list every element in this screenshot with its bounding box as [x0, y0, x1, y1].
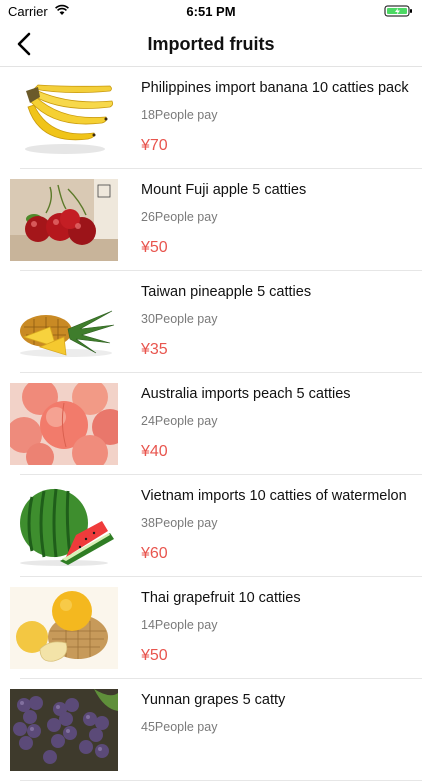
- product-price: ¥40: [141, 443, 168, 460]
- pay-count: 26People pay: [141, 210, 218, 224]
- product-name: Philippines import banana 10 catties pac…: [141, 80, 409, 96]
- list-item[interactable]: Philippines import banana 10 catties pac…: [0, 67, 422, 169]
- pineapple-image: [10, 281, 118, 363]
- pay-count: 45People pay: [141, 720, 218, 734]
- peach-image: [10, 383, 118, 465]
- list-item[interactable]: Australia imports peach 5 catties 24Peop…: [0, 373, 422, 475]
- product-list: Philippines import banana 10 catties pac…: [0, 67, 422, 781]
- product-price: ¥70: [141, 137, 168, 154]
- pay-count: 14People pay: [141, 618, 218, 632]
- product-name: Thai grapefruit 10 catties: [141, 590, 301, 606]
- list-item[interactable]: Yunnan grapes 5 catty 45People pay: [0, 679, 422, 781]
- grapefruit-image: [10, 587, 118, 669]
- product-name: Vietnam imports 10 catties of watermelon: [141, 488, 407, 504]
- status-time: 6:51 PM: [186, 4, 236, 19]
- pay-count: 24People pay: [141, 414, 218, 428]
- pay-count: 30People pay: [141, 312, 218, 326]
- cherry-image: [10, 179, 118, 261]
- list-item[interactable]: Mount Fuji apple 5 catties 26People pay …: [0, 169, 422, 271]
- page-title: Imported fruits: [147, 34, 275, 54]
- pay-count: 38People pay: [141, 516, 218, 530]
- back-button[interactable]: [6, 26, 42, 62]
- product-price: ¥35: [141, 341, 168, 358]
- product-price: ¥60: [141, 545, 168, 562]
- chevron-left-icon: [17, 32, 31, 56]
- pay-count: 18People pay: [141, 108, 218, 122]
- banana-image: [10, 77, 118, 159]
- product-price: ¥50: [141, 239, 168, 256]
- status-bar: Carrier 6:51 PM: [0, 0, 422, 22]
- product-name: Taiwan pineapple 5 catties: [141, 284, 312, 300]
- product-name: Mount Fuji apple 5 catties: [141, 182, 307, 198]
- nav-bar: Imported fruits: [0, 22, 422, 67]
- list-item[interactable]: Vietnam imports 10 catties of watermelon…: [0, 475, 422, 577]
- product-name: Australia imports peach 5 catties: [141, 386, 351, 402]
- product-price: ¥50: [141, 647, 168, 664]
- list-item[interactable]: Taiwan pineapple 5 catties 30People pay …: [0, 271, 422, 373]
- battery-icon: [384, 5, 412, 17]
- product-name: Yunnan grapes 5 catty: [141, 692, 286, 708]
- watermelon-image: [10, 485, 118, 567]
- list-item[interactable]: Thai grapefruit 10 catties 14People pay …: [0, 577, 422, 679]
- grape-image: [10, 689, 118, 771]
